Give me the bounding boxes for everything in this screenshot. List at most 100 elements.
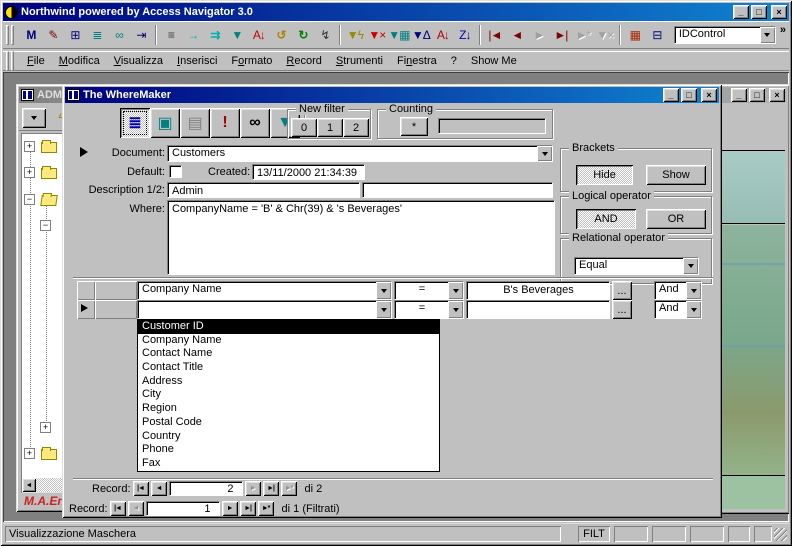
- close-button[interactable]: ×: [769, 88, 785, 102]
- minimize-button[interactable]: _: [731, 88, 747, 102]
- criteria-more-button[interactable]: ...: [612, 300, 632, 319]
- new-filter-1-button[interactable]: 1: [317, 118, 343, 137]
- combo-dropdown-button[interactable]: [376, 282, 391, 299]
- hide-button[interactable]: Hide: [576, 165, 633, 185]
- field-list-item[interactable]: City: [138, 388, 439, 402]
- criteria-value-field[interactable]: [466, 300, 610, 319]
- arrow-forward-button[interactable]: ⇉: [204, 24, 226, 46]
- tree-collapse-button[interactable]: −: [40, 220, 51, 231]
- inner-nav-first-button[interactable]: |◄: [133, 481, 149, 496]
- monitor-button[interactable]: ▣: [150, 108, 180, 138]
- outer-nav-first-button[interactable]: |◄: [110, 501, 126, 516]
- close-button[interactable]: ×: [701, 88, 717, 102]
- eyeglasses-button[interactable]: ∞: [108, 24, 130, 46]
- form-view-button[interactable]: ▤: [180, 108, 210, 138]
- toolbar-overflow-chevron[interactable]: »: [780, 24, 786, 36]
- toolbar-grip[interactable]: [6, 25, 9, 45]
- apply-filter-button[interactable]: !: [210, 108, 240, 138]
- default-checkbox[interactable]: [169, 165, 182, 178]
- toolbar-grip[interactable]: [11, 25, 14, 45]
- datasheet-button[interactable]: ▦: [624, 24, 646, 46]
- inner-nav-previous-button[interactable]: ◄: [151, 481, 167, 496]
- maximize-button[interactable]: □: [751, 5, 767, 19]
- menu-item-visualizza[interactable]: Visualizza: [107, 53, 170, 69]
- arrow-right-button[interactable]: →: [182, 24, 204, 46]
- nav-next-button[interactable]: ►: [528, 24, 550, 46]
- filter-flash-button[interactable]: ▼ϟ: [344, 24, 366, 46]
- where-textarea[interactable]: CompanyName = 'B' & Chr(39) & 's Beverag…: [167, 200, 555, 275]
- new-filter-2-button[interactable]: 2: [343, 118, 369, 137]
- close-button[interactable]: ×: [771, 5, 787, 19]
- field-list-item[interactable]: Contact Title: [138, 361, 439, 375]
- combo-dropdown-button[interactable]: [537, 146, 552, 161]
- field-dropdown-list[interactable]: Customer IDCompany NameContact NameConta…: [137, 319, 440, 472]
- filter-remove-button[interactable]: ▼×: [366, 24, 388, 46]
- save-filter-button[interactable]: ≣: [120, 108, 150, 138]
- relationships-button[interactable]: ⊞: [64, 24, 86, 46]
- window-titlebar[interactable]: Northwind powered by Access Navigator 3.…: [3, 3, 789, 21]
- combo-dropdown-button[interactable]: [683, 258, 698, 274]
- menu-item-formato[interactable]: Formato: [224, 53, 279, 69]
- sort-filter-button[interactable]: A↓: [248, 24, 270, 46]
- description-field-2[interactable]: [362, 182, 553, 198]
- field-list-item[interactable]: Country: [138, 430, 439, 444]
- combo-dropdown-button[interactable]: [686, 301, 701, 318]
- folder-icon[interactable]: [41, 449, 57, 460]
- and-button[interactable]: AND: [576, 209, 636, 229]
- description-field-1[interactable]: Admin: [167, 182, 360, 198]
- undo-button[interactable]: ↺: [270, 24, 292, 46]
- minimize-button[interactable]: _: [733, 5, 749, 19]
- tree-collapse-button[interactable]: −: [24, 194, 35, 205]
- menu-item-[interactable]: ?: [444, 53, 464, 69]
- menubar-grip[interactable]: [6, 51, 9, 71]
- wizard-button[interactable]: ✎: [42, 24, 64, 46]
- menu-item-record[interactable]: Record: [279, 53, 328, 69]
- sort-az-button[interactable]: A↓: [432, 24, 454, 46]
- menu-item-modifica[interactable]: Modifica: [52, 53, 107, 69]
- resize-grip[interactable]: [774, 528, 787, 541]
- app-logo-button[interactable]: M: [20, 24, 42, 46]
- menu-item-file[interactable]: File: [20, 53, 52, 69]
- tree-expand-button[interactable]: +: [24, 448, 35, 459]
- open-folder-icon[interactable]: [40, 195, 58, 206]
- criteria-value-field[interactable]: B's Beverages: [466, 281, 610, 300]
- idcontrol-combobox[interactable]: IDControl: [674, 26, 776, 44]
- menubar-grip[interactable]: [11, 51, 14, 71]
- inner-nav-record-number[interactable]: 2: [169, 481, 243, 496]
- calculator-button[interactable]: ⊟: [646, 24, 668, 46]
- criteria-row-selector[interactable]: [95, 281, 137, 300]
- document-combobox[interactable]: Customers: [167, 145, 553, 162]
- sort-za-button[interactable]: Z↓: [454, 24, 476, 46]
- nav-first-button[interactable]: |◄: [484, 24, 506, 46]
- tree-expand-button[interactable]: +: [24, 141, 35, 152]
- maximize-button[interactable]: □: [749, 88, 765, 102]
- field-list-item[interactable]: Customer ID: [138, 320, 439, 334]
- menu-item-show-me[interactable]: Show Me: [464, 53, 524, 69]
- folder-icon[interactable]: [41, 142, 57, 153]
- inner-nav-next-button[interactable]: ►: [245, 481, 261, 496]
- outer-nav-previous-button[interactable]: ◄: [128, 501, 144, 516]
- layers-button[interactable]: ≣: [86, 24, 108, 46]
- tree-expand-button[interactable]: +: [24, 167, 35, 178]
- filter-delta-button[interactable]: ▼Δ: [410, 24, 432, 46]
- field-list-item[interactable]: Postal Code: [138, 416, 439, 430]
- field-list-item[interactable]: Address: [138, 375, 439, 389]
- counting-button[interactable]: *: [400, 117, 428, 136]
- criteria-join-combobox[interactable]: And: [654, 300, 702, 319]
- nav-last-button[interactable]: ►|: [550, 24, 572, 46]
- find-button[interactable]: ∞: [240, 108, 270, 138]
- minimize-button[interactable]: _: [663, 88, 679, 102]
- adm-dropdown-button[interactable]: [22, 108, 46, 128]
- maximize-button[interactable]: □: [681, 88, 697, 102]
- nav-new-record-button[interactable]: ►*: [572, 24, 594, 46]
- combo-dropdown-button[interactable]: [686, 282, 701, 299]
- tree-expand-button[interactable]: +: [40, 422, 51, 433]
- outer-nav-next-button[interactable]: ►: [222, 501, 238, 516]
- menu-item-strumenti[interactable]: Strumenti: [329, 53, 390, 69]
- inner-nav-new-record-button[interactable]: ►*: [281, 481, 297, 496]
- outer-nav-last-button[interactable]: ►|: [240, 501, 256, 516]
- outline-button[interactable]: ≡: [160, 24, 182, 46]
- outer-nav-record-number[interactable]: 1: [146, 501, 220, 516]
- combo-dropdown-button[interactable]: [376, 301, 391, 318]
- criteria-join-combobox[interactable]: And: [654, 281, 702, 300]
